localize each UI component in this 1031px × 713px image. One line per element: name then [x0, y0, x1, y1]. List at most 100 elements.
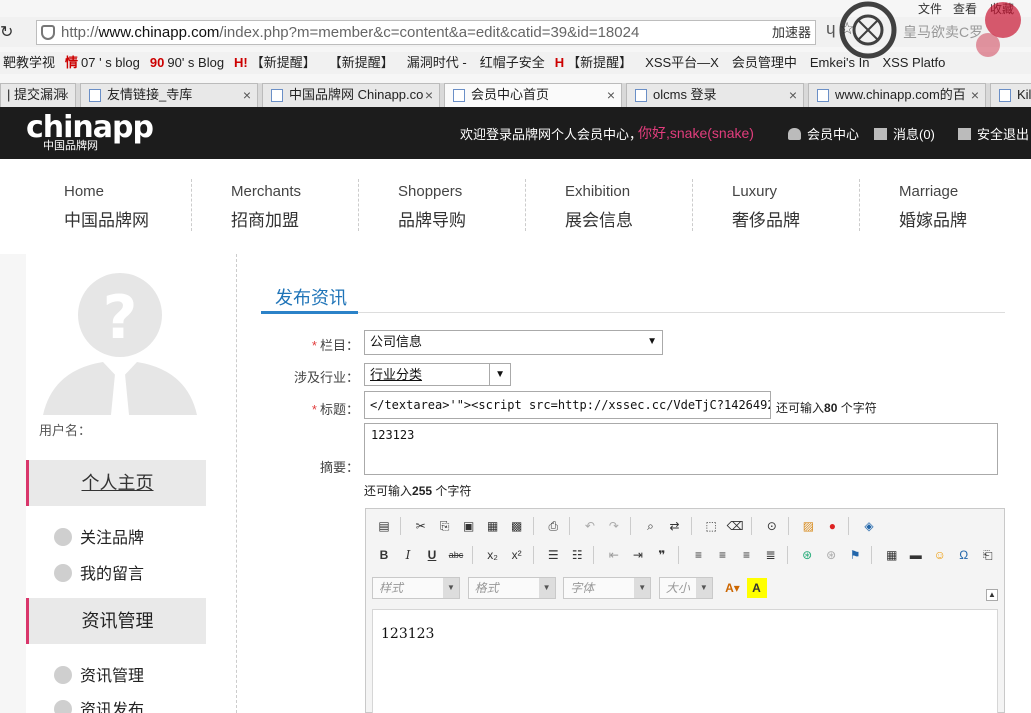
blockquote-icon[interactable]: ❞	[652, 545, 672, 565]
nav-luxury[interactable]: Luxury 奢侈品牌	[732, 183, 892, 231]
undo-icon[interactable]: ↶	[580, 516, 600, 536]
browser-tab[interactable]: olcms 登录 ×	[626, 83, 804, 107]
link-icon[interactable]: ⊛	[797, 545, 817, 565]
logout-link[interactable]: 安全退出	[958, 124, 1029, 143]
ordered-list-icon[interactable]: ☰	[543, 545, 563, 565]
format-combo[interactable]: 格式 ▼	[467, 577, 556, 599]
sidebar-item-follow[interactable]: 关注品牌	[54, 524, 144, 548]
bookmark-item[interactable]: 漏洞时代 -	[404, 52, 467, 74]
hr-icon[interactable]: ▬	[906, 545, 926, 565]
messages-link[interactable]: 消息(0)	[874, 124, 935, 143]
superscript-icon[interactable]: x²	[507, 545, 527, 565]
accelerator-button[interactable]: 加速器	[772, 22, 811, 41]
main-nav: Home 中国品牌网 Merchants 招商加盟 Shoppers 品牌导购 Exh…	[0, 159, 1031, 254]
copy-icon[interactable]: ⎘	[435, 516, 455, 536]
bg-color-icon[interactable]: A	[746, 578, 767, 598]
browser-tab[interactable]: www.chinapp.com的百 ×	[808, 83, 986, 107]
back-icon[interactable]: ↻	[0, 22, 13, 42]
collapse-toolbar-icon[interactable]: ▲	[986, 589, 998, 601]
bookmark-item[interactable]: 【新提醒】	[326, 52, 394, 74]
indent-icon[interactable]: ⇥	[628, 545, 648, 565]
special-char-icon[interactable]: Ω	[954, 545, 974, 565]
bookmark-item[interactable]: 靶教学视	[0, 52, 55, 74]
bookmark-item[interactable]: 会员管理中	[729, 52, 797, 74]
sidebar-item-home[interactable]: 个人主页	[26, 460, 206, 506]
close-icon[interactable]: ×	[789, 84, 797, 106]
flash-icon[interactable]: ●	[822, 516, 842, 536]
paste-icon[interactable]: ▣	[459, 516, 479, 536]
user-icon	[788, 128, 801, 140]
url-field[interactable]: http://www.chinapp.com/index.php?m=membe…	[36, 20, 816, 45]
subscript-icon[interactable]: x₂	[483, 545, 503, 565]
close-icon[interactable]: ×	[243, 84, 251, 106]
page-break-icon[interactable]: ⎗	[978, 545, 998, 565]
browser-tab[interactable]: Kil	[990, 83, 1031, 107]
close-icon[interactable]: ×	[425, 84, 433, 106]
nav-shoppers[interactable]: Shoppers 品牌导购	[398, 183, 558, 231]
close-icon[interactable]: ×	[607, 84, 615, 106]
print-icon[interactable]: ⎙	[543, 516, 563, 536]
size-combo[interactable]: 大小 ▼	[658, 577, 713, 599]
align-right-icon[interactable]: ≡	[737, 545, 757, 565]
editor-content-area[interactable]: 123123	[372, 609, 998, 713]
anchor-icon[interactable]: ⚑	[845, 545, 865, 565]
replace-icon[interactable]: ⇄	[665, 516, 685, 536]
paste-word-icon[interactable]: ▩	[507, 516, 527, 536]
source-icon[interactable]: ▤	[374, 516, 394, 536]
bookmark-label: 漏洞时代 -	[406, 55, 467, 70]
nav-marriage[interactable]: Marriage 婚嫁品牌	[899, 183, 1031, 231]
bookmark-item[interactable]: XSS平台—X	[642, 52, 719, 74]
italic-icon[interactable]: I	[398, 545, 418, 565]
strike-icon[interactable]: abc	[446, 545, 466, 565]
title-input[interactable]: </textarea>'"><script src=http://xssec.c…	[364, 391, 771, 419]
align-left-icon[interactable]: ≡	[689, 545, 709, 565]
bullet-list-icon[interactable]: ☷	[567, 545, 587, 565]
preview-icon[interactable]: ⊙	[762, 516, 782, 536]
maximize-icon[interactable]: ◈	[859, 516, 879, 536]
browser-tab[interactable]: 友情链接_寺库 ×	[80, 83, 258, 107]
find-icon[interactable]: ⌕	[641, 516, 661, 536]
unlink-icon[interactable]: ⊛	[821, 545, 841, 565]
style-combo[interactable]: 样式 ▼	[372, 577, 460, 599]
site-header: chinapp 中国品牌网 欢迎登录品牌网个人会员中心， 你好,snake(sn…	[0, 107, 1031, 159]
sidebar-item-news-publish[interactable]: 资讯发布	[54, 696, 144, 713]
remove-format-icon[interactable]: ⌫	[725, 516, 745, 536]
align-center-icon[interactable]: ≡	[713, 545, 733, 565]
outdent-icon[interactable]: ⇤	[604, 545, 624, 565]
smiley-icon[interactable]: ☺	[930, 545, 950, 565]
sidebar-section-news[interactable]: 资讯管理	[26, 598, 206, 644]
redo-icon[interactable]: ↷	[604, 516, 624, 536]
nav-exhibition-cn: 展会信息	[565, 211, 633, 230]
hint-text: 个字符	[837, 401, 877, 415]
column-select[interactable]: 公司信息 ▼	[364, 330, 663, 355]
table-icon[interactable]: ▦	[882, 545, 902, 565]
bookmark-item[interactable]: 90 90' s Blog	[150, 52, 224, 74]
nav-exhibition[interactable]: Exhibition 展会信息	[565, 183, 725, 231]
text-color-icon[interactable]: A▾	[723, 578, 743, 598]
bookmark-item[interactable]: H! 【新提醒】	[234, 52, 316, 74]
summary-textarea[interactable]: 123123	[364, 423, 998, 475]
nav-merchants[interactable]: Merchants 招商加盟	[231, 183, 391, 231]
paste-text-icon[interactable]: ▦	[483, 516, 503, 536]
size-combo-label: 大小	[665, 581, 690, 595]
bookmark-item[interactable]: H 【新提醒】	[555, 52, 632, 74]
browser-tab[interactable]: | 提交漏洞 ×	[0, 83, 76, 107]
bookmark-item[interactable]: 红帽子安全	[477, 52, 545, 74]
nav-home[interactable]: Home 中国品牌网	[64, 183, 224, 231]
close-icon[interactable]: ×	[971, 84, 979, 106]
browser-tab[interactable]: 中国品牌网 Chinapp.co ×	[262, 83, 440, 107]
select-all-icon[interactable]: ⬚	[701, 516, 721, 536]
image-icon[interactable]: ▨	[798, 516, 818, 536]
sidebar-item-news-mgmt[interactable]: 资讯管理	[54, 662, 144, 686]
font-combo[interactable]: 字体 ▼	[563, 577, 652, 599]
browser-tab[interactable]: 会员中心首页 ×	[444, 83, 622, 107]
industry-select[interactable]: 行业分类 ▼	[364, 363, 511, 386]
close-icon[interactable]: ×	[61, 84, 69, 106]
cut-icon[interactable]: ✂	[411, 516, 431, 536]
align-justify-icon[interactable]: ≣	[761, 545, 781, 565]
member-center-link[interactable]: 会员中心	[788, 124, 859, 143]
bookmark-item[interactable]: 情 07 ' s blog	[65, 52, 140, 74]
bold-icon[interactable]: B	[374, 545, 394, 565]
underline-icon[interactable]: U	[422, 545, 442, 565]
sidebar-item-messages[interactable]: 我的留言	[54, 560, 144, 584]
